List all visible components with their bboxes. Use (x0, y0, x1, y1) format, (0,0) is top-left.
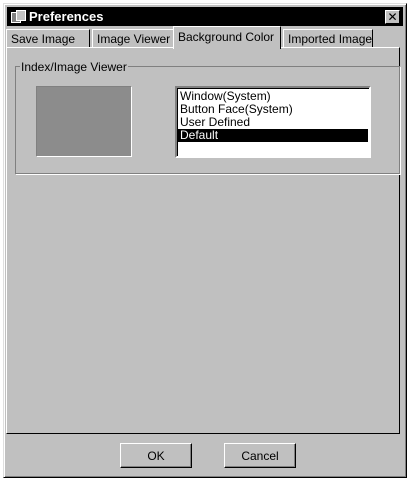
tab-save-image[interactable]: Save Image (6, 29, 90, 48)
tab-image-viewer[interactable]: Image Viewer (92, 29, 174, 48)
group-label: Index/Image Viewer (20, 60, 128, 74)
close-button[interactable]: ✕ (385, 9, 400, 24)
cancel-button[interactable]: Cancel (224, 443, 296, 468)
ok-button[interactable]: OK (120, 443, 192, 468)
color-preview-swatch (36, 86, 132, 157)
tab-panel-background-color: Index/Image Viewer Window(System) Button… (6, 47, 400, 434)
list-item-default[interactable]: Default (178, 129, 368, 142)
app-icon (11, 9, 26, 24)
tab-strip: Save Image Image Viewer Background Color… (6, 26, 400, 49)
background-color-listbox[interactable]: Window(System) Button Face(System) User … (175, 86, 371, 158)
tab-background-color[interactable]: Background Color (173, 26, 281, 49)
tab-imported-image[interactable]: Imported Image (283, 29, 373, 48)
window-title: Preferences (29, 9, 104, 24)
title-bar[interactable]: Preferences ✕ (7, 7, 403, 26)
